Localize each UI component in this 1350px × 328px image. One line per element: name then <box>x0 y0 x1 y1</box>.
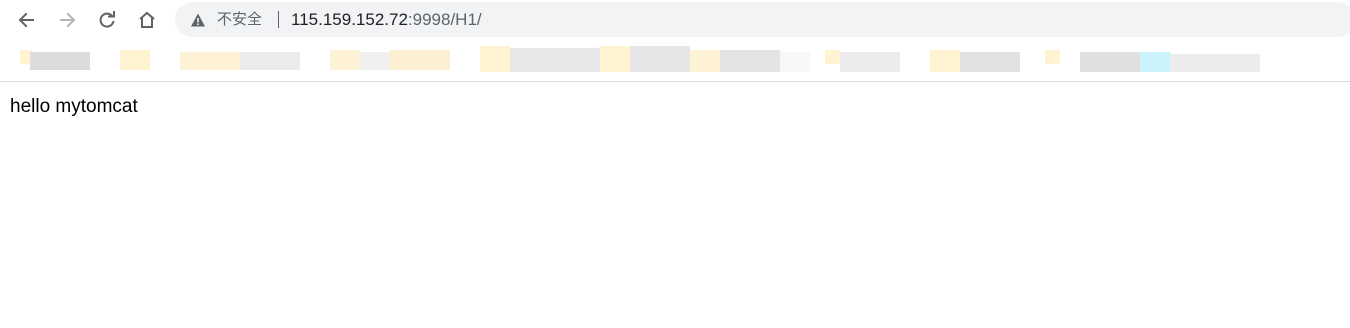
security-status-label[interactable]: 不安全 <box>217 10 262 28</box>
bookmark-item[interactable] <box>600 46 630 72</box>
bookmark-item[interactable] <box>960 52 1020 72</box>
bookmark-item[interactable] <box>360 52 390 70</box>
bookmark-item[interactable] <box>330 50 360 70</box>
bookmark-item[interactable] <box>720 50 780 72</box>
bookmark-item[interactable] <box>180 52 240 70</box>
arrow-right-icon <box>60 12 76 28</box>
address-bar[interactable]: 不安全 115.159.152.72:9998/H1/ <box>175 2 1350 37</box>
bookmark-item[interactable] <box>1170 54 1260 72</box>
bookmark-item[interactable] <box>630 46 690 72</box>
bookmark-item[interactable] <box>390 50 450 70</box>
bookmark-item[interactable] <box>240 52 300 70</box>
url-host: 115.159.152.72 <box>291 10 408 29</box>
back-button[interactable] <box>12 5 42 35</box>
home-button[interactable] <box>132 5 162 35</box>
reload-icon <box>99 11 115 28</box>
forward-button[interactable] <box>52 5 82 35</box>
bookmark-item[interactable] <box>120 50 150 70</box>
bookmark-item[interactable] <box>780 52 810 72</box>
url-path: :9998/H1/ <box>407 10 482 29</box>
bookmarks-bar <box>0 42 1350 82</box>
warning-triangle-icon[interactable] <box>190 12 206 28</box>
bookmark-item[interactable] <box>1080 52 1140 72</box>
bookmark-item[interactable] <box>690 50 720 72</box>
home-icon <box>139 11 155 28</box>
bookmark-item[interactable] <box>480 46 510 72</box>
arrow-left-icon <box>18 12 34 28</box>
address-separator <box>278 11 279 28</box>
bookmark-item[interactable] <box>840 52 900 72</box>
bookmark-item[interactable] <box>1140 52 1170 72</box>
page-body-text: hello mytomcat <box>10 96 138 117</box>
bookmark-item[interactable] <box>825 50 840 64</box>
bookmark-item[interactable] <box>30 52 90 70</box>
reload-button[interactable] <box>92 5 122 35</box>
bookmark-item[interactable] <box>510 48 600 72</box>
bookmark-item[interactable] <box>930 50 960 72</box>
url-text[interactable]: 115.159.152.72:9998/H1/ <box>291 10 482 29</box>
bookmark-item[interactable] <box>1045 50 1060 64</box>
browser-toolbar: 不安全 115.159.152.72:9998/H1/ <box>0 0 1350 40</box>
browser-chrome: 不安全 115.159.152.72:9998/H1/ <box>0 0 1350 82</box>
